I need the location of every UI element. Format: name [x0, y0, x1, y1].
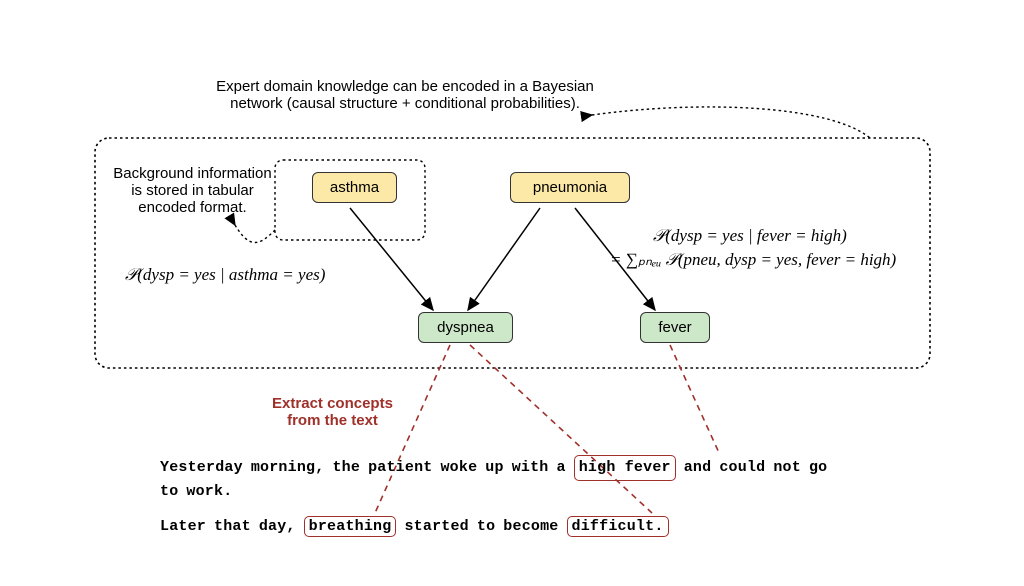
word: patient [368, 457, 432, 479]
word: woke [440, 457, 477, 479]
node-pneumonia: pneumonia [510, 172, 630, 203]
word: that [214, 518, 251, 535]
sentence-1: Yesterday morning, the patient wokeupwithahi… [160, 455, 860, 503]
link-fever-highfever [670, 345, 720, 455]
word: could [719, 457, 765, 479]
word: up [485, 457, 503, 479]
word: the [332, 457, 360, 479]
word: become [503, 518, 558, 535]
node-dyspnea: dyspnea [418, 312, 513, 343]
word: not [773, 457, 801, 479]
extract-label: Extract concepts from the text [255, 395, 410, 429]
arrow-bginfo-to-asthma [235, 225, 275, 243]
sentence-2: Later that day, breathing started to become dif… [160, 516, 677, 537]
node-asthma: asthma [312, 172, 397, 203]
word: to [160, 481, 178, 503]
math-left: 𝒫(dysp = yes | asthma = yes) [125, 265, 325, 285]
word: day, [259, 518, 296, 535]
word: to [477, 518, 495, 535]
word: Later [160, 518, 206, 535]
math-right-2: = ∑ₚₙₑᵤ 𝒫(pneu, dysp = yes, fever = high… [610, 250, 896, 270]
highlight-word: difficult. [567, 516, 669, 537]
word: started [404, 518, 468, 535]
caption-top: Expert domain knowledge can be encoded i… [200, 78, 610, 112]
highlight-word: high fever [574, 455, 676, 481]
math-right-1: 𝒫(dysp = yes | fever = high) [653, 226, 847, 246]
edge-asthma-dyspnea [350, 208, 433, 310]
word: morning, [251, 457, 325, 479]
edge-pneumonia-dyspnea [468, 208, 540, 310]
word: Yesterday [160, 457, 243, 479]
highlight-word: breathing [304, 516, 397, 537]
word: work. [186, 481, 232, 503]
node-fever: fever [640, 312, 710, 343]
word: go [809, 457, 827, 479]
word: with [512, 457, 549, 479]
arrow-caption-to-container [592, 107, 870, 138]
word: a [557, 457, 566, 479]
caption-bg: Background information is stored in tabu… [110, 165, 275, 216]
word: and [684, 457, 712, 479]
